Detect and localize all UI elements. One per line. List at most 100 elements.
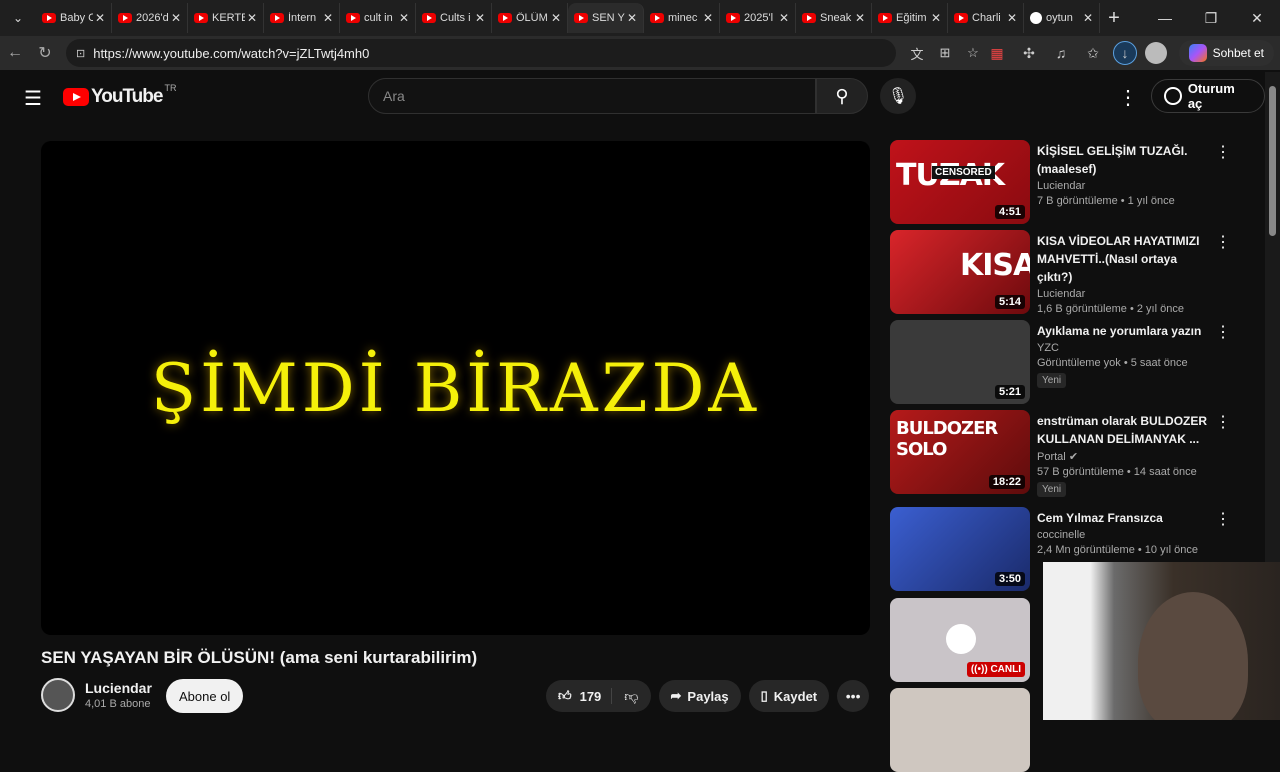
youtube-icon — [270, 13, 284, 23]
close-window-icon[interactable]: ✕ — [1234, 0, 1280, 36]
subscriber-count: 4,01 B abone — [85, 698, 151, 710]
copilot-icon — [1188, 44, 1207, 62]
video-thumbnail[interactable]: BULDOZER SOLO 18:22 — [890, 410, 1030, 494]
close-tab-icon[interactable]: ✕ — [627, 11, 637, 25]
video-title[interactable]: Cem Yılmaz Fransızca — [1037, 509, 1212, 527]
close-tab-icon[interactable]: ✕ — [855, 11, 865, 25]
item-menu-icon[interactable]: ⋮ — [1215, 412, 1231, 432]
close-tab-icon[interactable]: ✕ — [247, 11, 257, 25]
calendar-extension-icon[interactable]: ▦ — [985, 41, 1009, 65]
subscribe-button[interactable]: Abone ol — [166, 679, 244, 713]
close-tab-icon[interactable]: ✕ — [95, 11, 105, 25]
tab-title: Sneak — [820, 12, 852, 24]
copilot-chat-button[interactable]: Sohbet et — [1178, 40, 1274, 66]
video-thumbnail[interactable]: KISA 5:14 — [890, 230, 1030, 314]
browser-tab[interactable]: İntern ✕ — [264, 3, 340, 33]
video-thumbnail[interactable]: 3:50 — [890, 507, 1030, 591]
url-field[interactable]: ⊡ https://www.youtube.com/watch?v=jZLTwt… — [66, 39, 896, 67]
video-thumbnail[interactable] — [890, 688, 1030, 772]
save-button[interactable]: ▯ Kaydet — [748, 680, 830, 712]
browser-tab[interactable]: minec ✕ — [644, 3, 720, 33]
search-input[interactable]: Ara — [368, 78, 816, 114]
close-tab-icon[interactable]: ✕ — [399, 11, 409, 25]
thumbs-down-icon: 👎︎ — [624, 687, 639, 704]
voice-search-button[interactable]: 🎙 — [880, 78, 916, 114]
like-button[interactable]: 👍︎ 179 — [546, 688, 613, 704]
video-title[interactable]: Ayıklama ne yorumlara yazın — [1037, 322, 1212, 340]
youtube-icon — [346, 13, 360, 23]
close-tab-icon[interactable]: ✕ — [703, 11, 713, 25]
video-player[interactable]: ŞİMDİ BİRAZDA — [41, 141, 870, 635]
list-item[interactable]: KISA 5:14 KISA VİDEOLAR HAYATIMIZI MAHVE… — [890, 230, 1240, 315]
browser-tab[interactable]: Baby C ✕ — [36, 3, 112, 33]
youtube-icon — [650, 13, 664, 23]
channel-name[interactable]: Luciendar — [85, 680, 152, 696]
close-tab-icon[interactable]: ✕ — [171, 11, 181, 25]
browser-tab[interactable]: cult in ✕ — [340, 3, 416, 33]
webcam-person — [1138, 592, 1248, 720]
close-tab-icon[interactable]: ✕ — [551, 11, 561, 25]
media-icon[interactable]: ♫ — [1049, 41, 1073, 65]
item-menu-icon[interactable]: ⋮ — [1215, 322, 1231, 342]
item-menu-icon[interactable]: ⋮ — [1215, 509, 1231, 529]
favorites-icon[interactable]: ✩ — [1081, 41, 1105, 65]
site-info-icon[interactable]: ⊡ — [76, 47, 85, 60]
close-tab-icon[interactable]: ✕ — [931, 11, 941, 25]
browser-tab[interactable]: Eğitim ✕ — [872, 3, 948, 33]
more-actions-button[interactable]: ••• — [837, 680, 870, 712]
close-tab-icon[interactable]: ✕ — [475, 11, 485, 25]
country-code: TR — [164, 83, 177, 93]
channel-avatar[interactable] — [41, 678, 75, 712]
like-count: 179 — [579, 688, 602, 704]
browser-tab[interactable]: KERTB ✕ — [188, 3, 264, 33]
video-thumbnail[interactable]: ((•)) CANLI — [890, 598, 1030, 682]
download-icon[interactable]: ↓ — [1113, 41, 1137, 65]
close-tab-icon[interactable]: ✕ — [779, 11, 789, 25]
hamburger-menu-icon[interactable]: ☰ — [24, 86, 42, 111]
reload-icon[interactable]: ↻ — [30, 43, 60, 63]
back-icon[interactable]: ← — [0, 44, 30, 62]
video-thumbnail[interactable]: TUZAK CENSORED 4:51 — [890, 140, 1030, 224]
list-item[interactable]: BULDOZER SOLO 18:22 enstrüman olarak BUL… — [890, 410, 1240, 497]
list-item[interactable]: TUZAK CENSORED 4:51 KİŞİSEL GELİŞİM TUZA… — [890, 140, 1240, 224]
video-thumbnail[interactable]: 5:21 — [890, 320, 1030, 404]
video-actions: 👍︎ 179 👎︎ ➦ Paylaş ▯ Kaydet ••• — [546, 680, 870, 712]
list-item[interactable]: 5:21 Ayıklama ne yorumlara yazın YZC Gör… — [890, 320, 1240, 404]
browser-tab[interactable]: oytun ✕ — [1024, 3, 1100, 33]
share-button[interactable]: ➦ Paylaş — [658, 680, 741, 712]
browser-tab[interactable]: Sneak ✕ — [796, 3, 872, 33]
browser-tab[interactable]: ÖLÜM ✕ — [492, 3, 568, 33]
youtube-icon — [954, 13, 968, 23]
video-title[interactable]: KİŞİSEL GELİŞİM TUZAĞI. (maalesef) — [1037, 142, 1212, 178]
video-duration: 3:50 — [994, 572, 1025, 586]
google-icon — [1030, 12, 1042, 24]
minimize-icon[interactable]: — — [1142, 0, 1188, 36]
browser-tab[interactable]: Charli ✕ — [948, 3, 1024, 33]
restore-icon[interactable]: ❐ — [1188, 0, 1234, 36]
close-tab-icon[interactable]: ✕ — [323, 11, 333, 25]
youtube-logo[interactable]: YouTube TR — [63, 83, 177, 108]
sign-in-button[interactable]: Oturum aç — [1151, 79, 1265, 113]
browser-tab[interactable]: 2025'l ✕ — [720, 3, 796, 33]
scrollbar-thumb[interactable] — [1269, 86, 1276, 236]
search-button[interactable]: ⚲ — [816, 78, 868, 114]
item-menu-icon[interactable]: ⋮ — [1215, 232, 1231, 252]
video-title[interactable]: enstrüman olarak BULDOZER KULLANAN DELİM… — [1037, 412, 1212, 448]
profile-avatar[interactable] — [1145, 42, 1167, 64]
browser-tab[interactable]: Cults i ✕ — [416, 3, 492, 33]
settings-kebab-icon[interactable]: ⋮ — [1118, 85, 1138, 110]
browser-tab[interactable]: 2026'd ✕ — [112, 3, 188, 33]
item-menu-icon[interactable]: ⋮ — [1215, 142, 1231, 162]
browser-tab[interactable]: SEN Y ✕ — [568, 3, 644, 33]
new-tab-button[interactable]: + — [1100, 7, 1128, 30]
close-tab-icon[interactable]: ✕ — [1007, 11, 1017, 25]
close-tab-icon[interactable]: ✕ — [1083, 11, 1093, 25]
dislike-button[interactable]: 👎︎ — [612, 688, 650, 705]
tab-search-button[interactable]: ⌄ — [4, 4, 32, 32]
video-title[interactable]: KISA VİDEOLAR HAYATIMIZI MAHVETTİ..(Nası… — [1037, 232, 1212, 286]
app-available-icon[interactable]: ⊞ — [933, 41, 957, 65]
translate-icon[interactable]: 文 — [905, 41, 929, 65]
youtube-icon — [498, 13, 512, 23]
favorite-star-icon[interactable]: ☆ — [961, 41, 985, 65]
extensions-icon[interactable]: ✣ — [1017, 41, 1041, 65]
